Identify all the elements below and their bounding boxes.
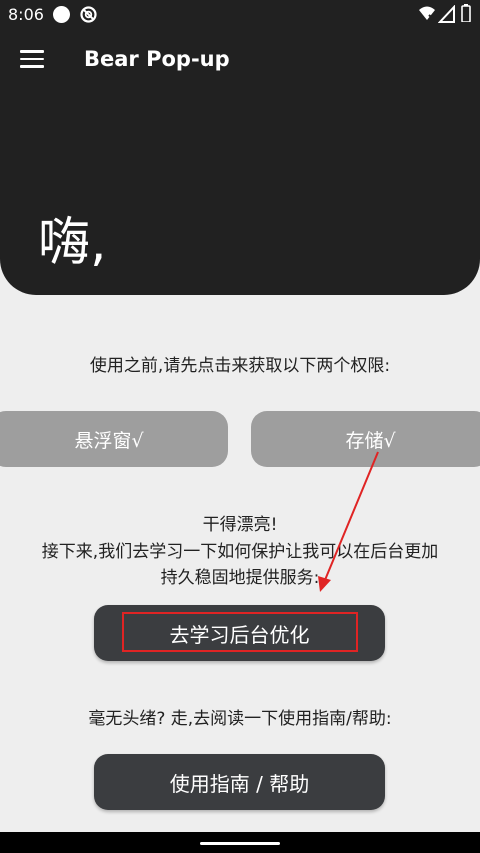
status-time: 8:06 bbox=[8, 5, 44, 24]
header: 8:06 Bear Pop-up 嗨, bbox=[0, 0, 480, 295]
floating-window-permission-button[interactable]: 悬浮窗√ bbox=[0, 411, 228, 467]
help-prompt-text: 毫无头绪? 走,去阅读一下使用指南/帮助: bbox=[88, 709, 392, 729]
greeting-text: 嗨, bbox=[38, 213, 107, 273]
praise-text: 干得漂亮! bbox=[202, 515, 278, 535]
user-guide-help-button[interactable]: 使用指南 / 帮助 bbox=[94, 754, 385, 810]
next-steps-text-line2: 持久稳固地提供服务: bbox=[160, 568, 320, 588]
home-handle[interactable] bbox=[200, 842, 280, 845]
navigation-bar bbox=[0, 832, 480, 853]
app-title: Bear Pop-up bbox=[84, 47, 230, 71]
battery-icon bbox=[461, 4, 471, 22]
signal-icon bbox=[438, 5, 455, 23]
next-steps-text-line1: 接下来,我们去学习一下如何保护让我可以在后台更加 bbox=[41, 542, 439, 562]
status-bar: 8:06 bbox=[0, 0, 480, 28]
circle-icon bbox=[53, 6, 70, 23]
blocked-icon bbox=[80, 6, 97, 23]
learn-background-optimization-button[interactable]: 去学习后台优化 bbox=[94, 605, 385, 661]
wifi-off-icon bbox=[419, 6, 435, 21]
menu-icon[interactable] bbox=[20, 50, 44, 70]
storage-permission-button[interactable]: 存储√ bbox=[251, 411, 480, 467]
intro-text: 使用之前,请先点击来获取以下两个权限: bbox=[89, 356, 391, 376]
